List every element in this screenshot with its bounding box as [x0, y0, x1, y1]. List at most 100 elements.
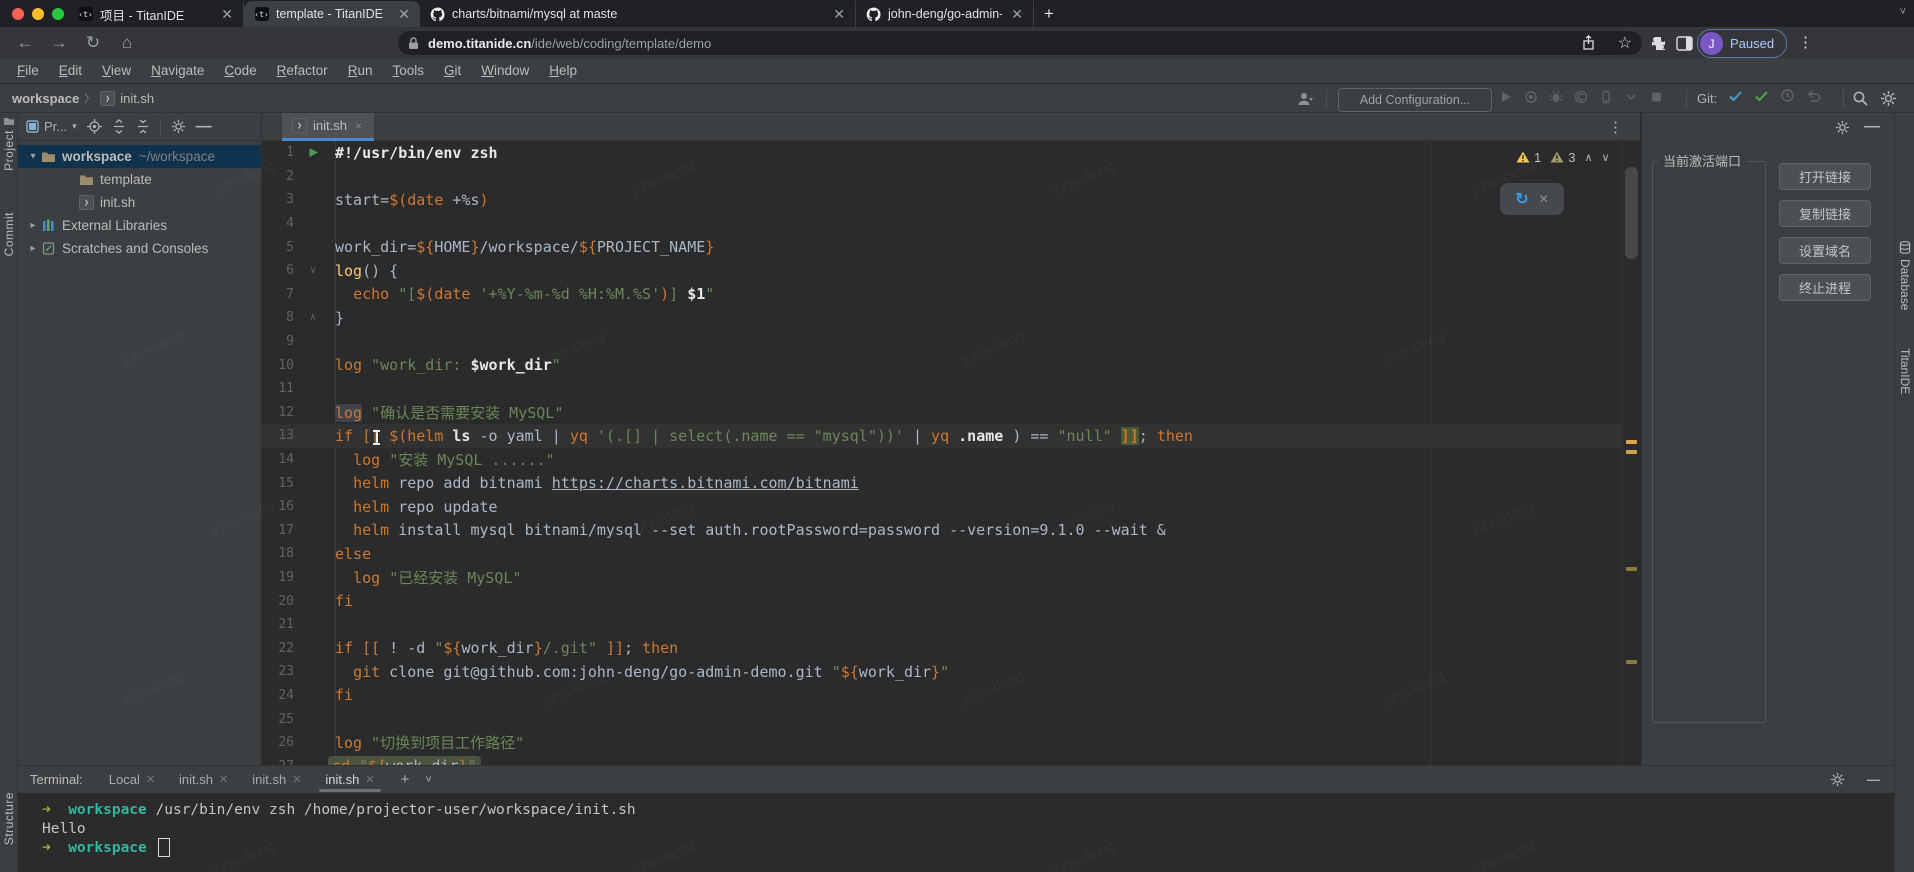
code-line[interactable]: 23 git clone git@github.com:john-deng/go…: [262, 660, 1640, 684]
hide-panel-icon[interactable]: —: [196, 118, 212, 136]
git-rollback-button[interactable]: [1806, 88, 1822, 104]
tree-item-template[interactable]: template: [18, 168, 261, 191]
menu-refactor[interactable]: Refactor: [268, 61, 337, 80]
close-terminal-tab-icon[interactable]: ✕: [365, 773, 374, 786]
minimize-window-button[interactable]: [32, 8, 44, 20]
terminal-tab[interactable]: init.sh✕: [313, 766, 386, 793]
code-line[interactable]: 9: [262, 330, 1640, 354]
close-tab-icon[interactable]: ✕: [396, 6, 412, 23]
expand-all-icon[interactable]: [112, 119, 126, 134]
close-window-button[interactable]: [12, 8, 24, 20]
menu-tools[interactable]: Tools: [383, 61, 433, 80]
stripe-tab-titanide[interactable]: TitanIDE: [1895, 348, 1914, 394]
home-icon[interactable]: ⌂: [110, 33, 144, 53]
terminal-tabs-dropdown-icon[interactable]: ˅: [425, 774, 431, 786]
code-line[interactable]: 13if [[ $(helm ls -o yaml | yq '(.[] | s…: [262, 424, 1640, 448]
new-terminal-tab-icon[interactable]: +: [401, 771, 410, 788]
code-line[interactable]: 26log "切换到项目工作路径": [262, 731, 1640, 755]
code-line[interactable]: 21: [262, 613, 1640, 637]
profiler-button[interactable]: [1573, 88, 1589, 106]
forward-icon[interactable]: →: [42, 33, 76, 53]
code-line[interactable]: 8∧}: [262, 306, 1640, 330]
code-line[interactable]: 24fi: [262, 684, 1640, 708]
close-tab-icon[interactable]: ×: [353, 119, 364, 133]
code-line[interactable]: 14 log "安装 MySQL ......": [262, 448, 1640, 472]
code-line[interactable]: 22if [[ ! -d "${work_dir}/.git" ]]; then: [262, 636, 1640, 660]
debug-button[interactable]: [1548, 88, 1564, 106]
code-line[interactable]: 5work_dir=${HOME}/workspace/${PROJECT_NA…: [262, 235, 1640, 259]
run-line-icon[interactable]: [294, 147, 332, 158]
maximize-window-button[interactable]: [52, 8, 64, 20]
stripe-tab-project[interactable]: Project: [0, 130, 18, 171]
panel-button-4[interactable]: 终止进程: [1779, 274, 1871, 301]
browser-tab[interactable]: john-deng/go-admin-demo✕: [856, 1, 1034, 27]
git-history-button[interactable]: [1780, 88, 1796, 104]
project-view-selector[interactable]: Pr... ▾: [26, 119, 77, 134]
hide-terminal-icon[interactable]: —: [1867, 772, 1880, 787]
menu-window[interactable]: Window: [472, 61, 538, 80]
inspection-widget[interactable]: 1 3 ∧ ∨: [1516, 147, 1610, 167]
next-problem-chevron-icon[interactable]: ∨: [1602, 151, 1610, 164]
reload-icon[interactable]: ↻: [76, 33, 110, 53]
terminal-settings-gear-icon[interactable]: [1830, 772, 1845, 787]
code-line[interactable]: 7 echo "[$(date '+%Y-%m-%d %H:%M.%S')] $…: [262, 283, 1640, 307]
breadcrumb-root[interactable]: workspace: [12, 91, 79, 106]
menu-help[interactable]: Help: [540, 61, 586, 80]
settings-gear-icon[interactable]: [1880, 90, 1897, 107]
scrollbar-thumb[interactable]: [1625, 167, 1638, 259]
code-line[interactable]: 27cd "${work_dir}": [262, 754, 1640, 765]
code-line[interactable]: 20fi: [262, 589, 1640, 613]
git-update-button[interactable]: [1728, 88, 1744, 104]
tree-item-workspace[interactable]: ▾workspace~/workspace: [18, 145, 261, 168]
panel-button-1[interactable]: 打开链接: [1779, 163, 1871, 190]
bookmark-star-icon[interactable]: ☆: [1618, 33, 1632, 53]
search-everywhere-icon[interactable]: [1852, 90, 1869, 107]
menu-file[interactable]: File: [8, 61, 48, 80]
browser-tab[interactable]: ‹t›template - TitanIDE✕: [244, 1, 420, 27]
code-line[interactable]: 10log "work_dir: $work_dir": [262, 353, 1640, 377]
project-settings-gear-icon[interactable]: [171, 119, 186, 134]
code-line[interactable]: 2: [262, 165, 1640, 189]
close-tab-icon[interactable]: ✕: [831, 6, 847, 23]
address-bar[interactable]: demo.titanide.cn/ide/web/coding/template…: [398, 31, 1642, 55]
code-line[interactable]: 25: [262, 707, 1640, 731]
stripe-warning-mark[interactable]: [1626, 440, 1637, 444]
panel-button-3[interactable]: 设置域名: [1779, 237, 1871, 264]
code-line[interactable]: 12log "确认是否需要安装 MySQL": [262, 401, 1640, 425]
run-configurations-user-icon[interactable]: [1296, 90, 1314, 108]
code-line[interactable]: 11: [262, 377, 1640, 401]
menu-git[interactable]: Git: [435, 61, 470, 80]
git-commit-button[interactable]: [1754, 88, 1770, 104]
menu-navigate[interactable]: Navigate: [142, 61, 213, 80]
tree-chevron-icon[interactable]: ▸: [26, 220, 40, 231]
tree-item-scratches-and-consoles[interactable]: ▸Scratches and Consoles: [18, 237, 261, 260]
new-tab-icon[interactable]: +: [1044, 4, 1054, 24]
panel-settings-gear-icon[interactable]: [1835, 120, 1850, 135]
tree-chevron-icon[interactable]: ▾: [26, 151, 40, 162]
code-line[interactable]: 1#!/usr/bin/env zsh: [262, 141, 1640, 165]
code-line[interactable]: 17 helm install mysql bitnami/mysql --se…: [262, 519, 1640, 543]
menu-run[interactable]: Run: [339, 61, 382, 80]
terminal-tab[interactable]: init.sh✕: [240, 766, 313, 793]
code-line[interactable]: 6∨log() {: [262, 259, 1640, 283]
share-icon[interactable]: [1581, 35, 1596, 51]
stripe-warning-mark[interactable]: [1626, 567, 1637, 571]
terminal-tab[interactable]: Local✕: [97, 766, 167, 793]
browser-profile-chip[interactable]: J Paused: [1697, 29, 1787, 58]
stripe-warning-mark[interactable]: [1626, 450, 1637, 454]
close-toast-icon[interactable]: ✕: [1539, 192, 1549, 206]
code-line[interactable]: 3start=$(date +%s): [262, 188, 1640, 212]
fold-marker-icon[interactable]: ∧: [294, 312, 332, 323]
browser-tab[interactable]: charts/bitnami/mysql at maste✕: [420, 1, 856, 27]
side-panel-icon[interactable]: [1676, 36, 1693, 51]
stop-button[interactable]: [1648, 88, 1664, 106]
attach-profiler-button[interactable]: [1598, 88, 1614, 106]
browser-menu-kebab-icon[interactable]: ⋮: [1798, 33, 1813, 51]
tree-chevron-icon[interactable]: ▸: [26, 243, 40, 254]
code-editor[interactable]: 1#!/usr/bin/env zsh23start=$(date +%s)45…: [262, 141, 1640, 765]
close-terminal-tab-icon[interactable]: ✕: [219, 773, 228, 786]
browser-tab[interactable]: ‹t›项目 - TitanIDE✕: [68, 1, 244, 27]
more-run-options-icon[interactable]: [1623, 88, 1639, 106]
stripe-tab-commit[interactable]: Commit: [0, 212, 18, 256]
terminal-output[interactable]: ➜ workspace /usr/bin/env zsh /home/proje…: [42, 800, 636, 857]
